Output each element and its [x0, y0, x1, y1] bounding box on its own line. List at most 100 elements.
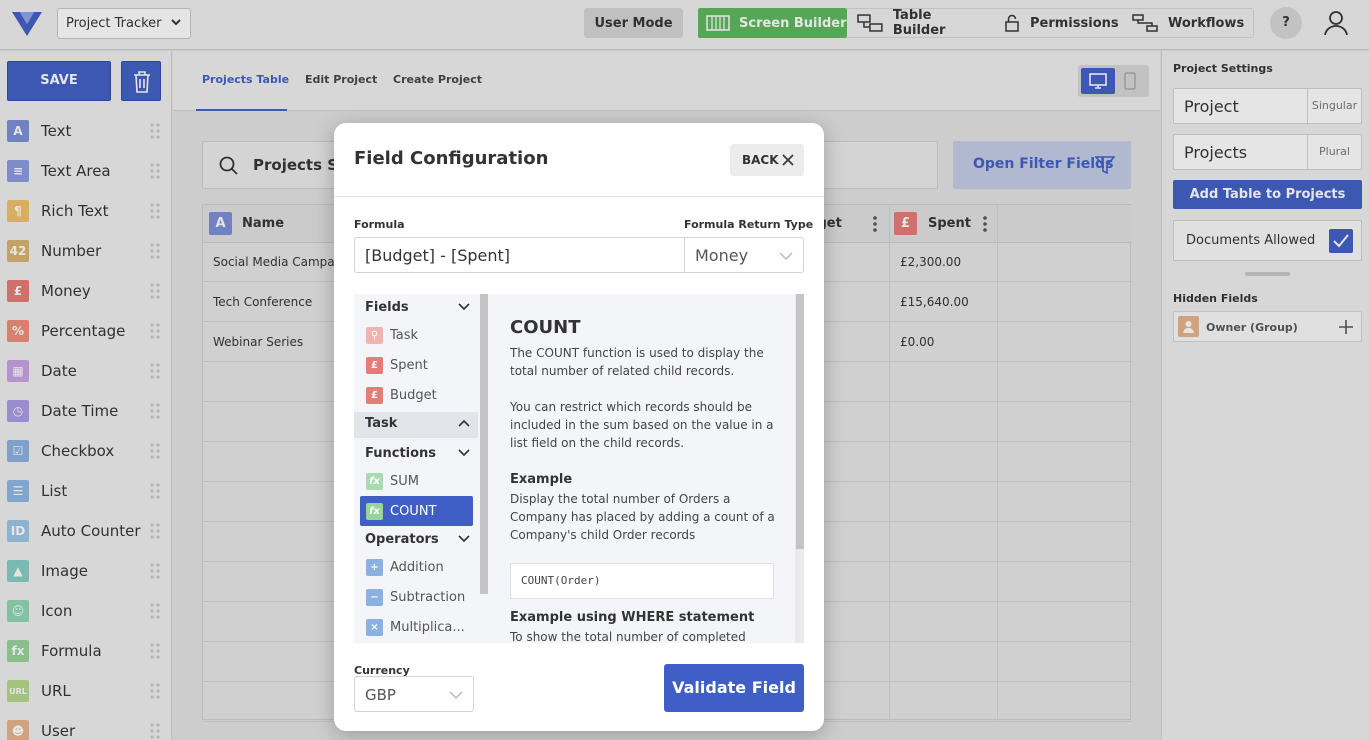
doc-scrollbar[interactable] — [795, 294, 804, 643]
field-type-item[interactable]: URL URL — [7, 678, 167, 704]
back-button[interactable]: BACK — [730, 144, 804, 176]
plural-name-field[interactable]: Projects Plural — [1173, 134, 1362, 170]
field-type-item[interactable]: ID Auto Counter — [7, 518, 167, 544]
field-type-item[interactable]: ☺ Icon — [7, 598, 167, 624]
function-documentation: COUNT The COUNT function is used to disp… — [488, 294, 804, 643]
open-filter-fields-button[interactable]: Open Filter Fields — [953, 141, 1131, 189]
drag-handle-icon[interactable] — [150, 723, 160, 739]
column-header-name[interactable]: Name — [242, 216, 284, 231]
drag-handle-icon[interactable] — [150, 523, 160, 539]
return-type-select[interactable]: Money — [684, 237, 804, 273]
save-button[interactable]: SAVE — [7, 61, 111, 101]
table-cell-name[interactable]: Social Media Campaign — [213, 255, 353, 269]
tab-projects-table[interactable]: Projects Table — [202, 73, 289, 86]
table-cell-spent[interactable]: £2,300.00 — [900, 255, 961, 269]
field-type-item[interactable]: ☰ List — [7, 478, 167, 504]
table-cell-name[interactable]: Webinar Series — [213, 335, 303, 349]
list-item-operator-multiplication[interactable]: × Multiplica... — [360, 613, 473, 641]
table-cell-spent[interactable]: £15,640.00 — [900, 295, 969, 309]
task-section-header[interactable]: Task — [354, 412, 478, 438]
drag-handle-icon[interactable] — [150, 283, 160, 299]
drag-handle-icon[interactable] — [150, 363, 160, 379]
device-toggle — [1078, 65, 1149, 97]
drag-handle-icon[interactable] — [150, 203, 160, 219]
table-cell-name[interactable]: Tech Conference — [213, 295, 312, 309]
field-type-item[interactable]: ≡ Text Area — [7, 158, 167, 184]
field-type-item[interactable]: % Percentage — [7, 318, 167, 344]
field-type-item[interactable]: ▦ Date — [7, 358, 167, 384]
user-profile-icon[interactable] — [1322, 9, 1350, 37]
help-button[interactable]: ? — [1270, 7, 1302, 39]
currency-value: GBP — [365, 686, 396, 704]
panel-resize-handle[interactable] — [1245, 272, 1290, 276]
field-type-label: Date — [41, 362, 77, 380]
drag-handle-icon[interactable] — [150, 323, 160, 339]
mobile-view-icon[interactable] — [1123, 72, 1137, 90]
add-icon[interactable] — [1337, 318, 1355, 336]
drag-handle-icon[interactable] — [150, 643, 160, 659]
permissions-button[interactable]: Permissions — [1000, 8, 1120, 38]
field-type-item[interactable]: ▲ Image — [7, 558, 167, 584]
drag-handle-icon[interactable] — [150, 443, 160, 459]
field-type-item[interactable]: ☻ User — [7, 718, 167, 740]
link-icon: ⚲ — [366, 326, 383, 344]
functions-header-label: Functions — [365, 446, 437, 461]
field-type-item[interactable]: ◷ Date Time — [7, 398, 167, 424]
list-item-operator-subtraction[interactable]: − Subtraction — [360, 583, 473, 611]
drag-handle-icon[interactable] — [150, 403, 160, 419]
validate-field-button[interactable]: Validate Field — [664, 664, 804, 712]
field-type-label: Date Time — [41, 402, 119, 420]
table-cell-spent[interactable]: £0.00 — [900, 335, 934, 349]
screen-tabs: Projects Table Edit Project Create Proje… — [173, 51, 1160, 111]
spent-column-menu-icon[interactable] — [983, 216, 987, 232]
list-item-label: Multiplica... — [390, 619, 465, 635]
list-item-field-task[interactable]: ⚲ Task — [360, 321, 473, 349]
list-item-field-spent[interactable]: £ Spent — [360, 351, 473, 379]
workflows-label: Workflows — [1168, 15, 1245, 31]
budget-column-menu-icon[interactable] — [873, 216, 877, 232]
column-header-spent[interactable]: Spent — [928, 216, 971, 231]
list-item-field-budget[interactable]: £ Budget — [360, 381, 473, 409]
currency-select[interactable]: GBP — [354, 676, 474, 712]
workflows-button[interactable]: Workflows — [1128, 8, 1253, 38]
tab-create-project[interactable]: Create Project — [393, 73, 482, 86]
formula-input[interactable]: [Budget] - [Spent] — [354, 237, 684, 273]
user-mode-button[interactable]: User Mode — [584, 8, 683, 38]
drag-handle-icon[interactable] — [150, 123, 160, 139]
tab-edit-project[interactable]: Edit Project — [305, 73, 377, 86]
field-type-item[interactable]: A Text — [7, 118, 167, 144]
operators-section-header[interactable]: Operators — [354, 528, 478, 552]
screen-builder-button[interactable]: Screen Builder — [698, 8, 847, 38]
doc-scrollbar-thumb[interactable] — [796, 294, 804, 549]
fields-section-header[interactable]: Fields — [354, 296, 478, 320]
documents-allowed-label: Documents Allowed — [1186, 233, 1316, 248]
list-item-function-sum[interactable]: fx SUM — [360, 467, 473, 495]
drag-handle-icon[interactable] — [150, 483, 160, 499]
singular-name-field[interactable]: Project Singular — [1173, 88, 1362, 124]
list-item-operator-addition[interactable]: + Addition — [360, 553, 473, 581]
drag-handle-icon[interactable] — [150, 563, 160, 579]
drag-handle-icon[interactable] — [150, 243, 160, 259]
drag-handle-icon[interactable] — [150, 163, 160, 179]
field-type-item[interactable]: fx Formula — [7, 638, 167, 664]
desktop-view-button[interactable] — [1081, 68, 1115, 94]
field-type-label: List — [41, 482, 68, 500]
field-type-icon: ▲ — [7, 560, 29, 582]
list-scrollbar[interactable] — [480, 294, 488, 594]
field-type-item[interactable]: £ Money — [7, 278, 167, 304]
field-type-item[interactable]: 42 Number — [7, 238, 167, 264]
app-logo-icon[interactable] — [10, 8, 44, 38]
table-builder-button[interactable]: Table Builder — [853, 8, 988, 38]
add-table-button[interactable]: Add Table to Projects — [1173, 180, 1362, 209]
field-type-item[interactable]: ☑ Checkbox — [7, 438, 167, 464]
project-selector[interactable]: Project Tracker — [57, 8, 191, 39]
field-type-item[interactable]: ¶ Rich Text — [7, 198, 167, 224]
formula-icon: fx — [366, 502, 383, 520]
documents-allowed-checkbox[interactable] — [1329, 229, 1353, 253]
list-item-function-count[interactable]: fx COUNT — [360, 496, 473, 526]
search-icon — [219, 156, 238, 175]
drag-handle-icon[interactable] — [150, 683, 160, 699]
delete-button[interactable] — [121, 61, 161, 101]
drag-handle-icon[interactable] — [150, 603, 160, 619]
functions-section-header[interactable]: Functions — [354, 442, 478, 466]
